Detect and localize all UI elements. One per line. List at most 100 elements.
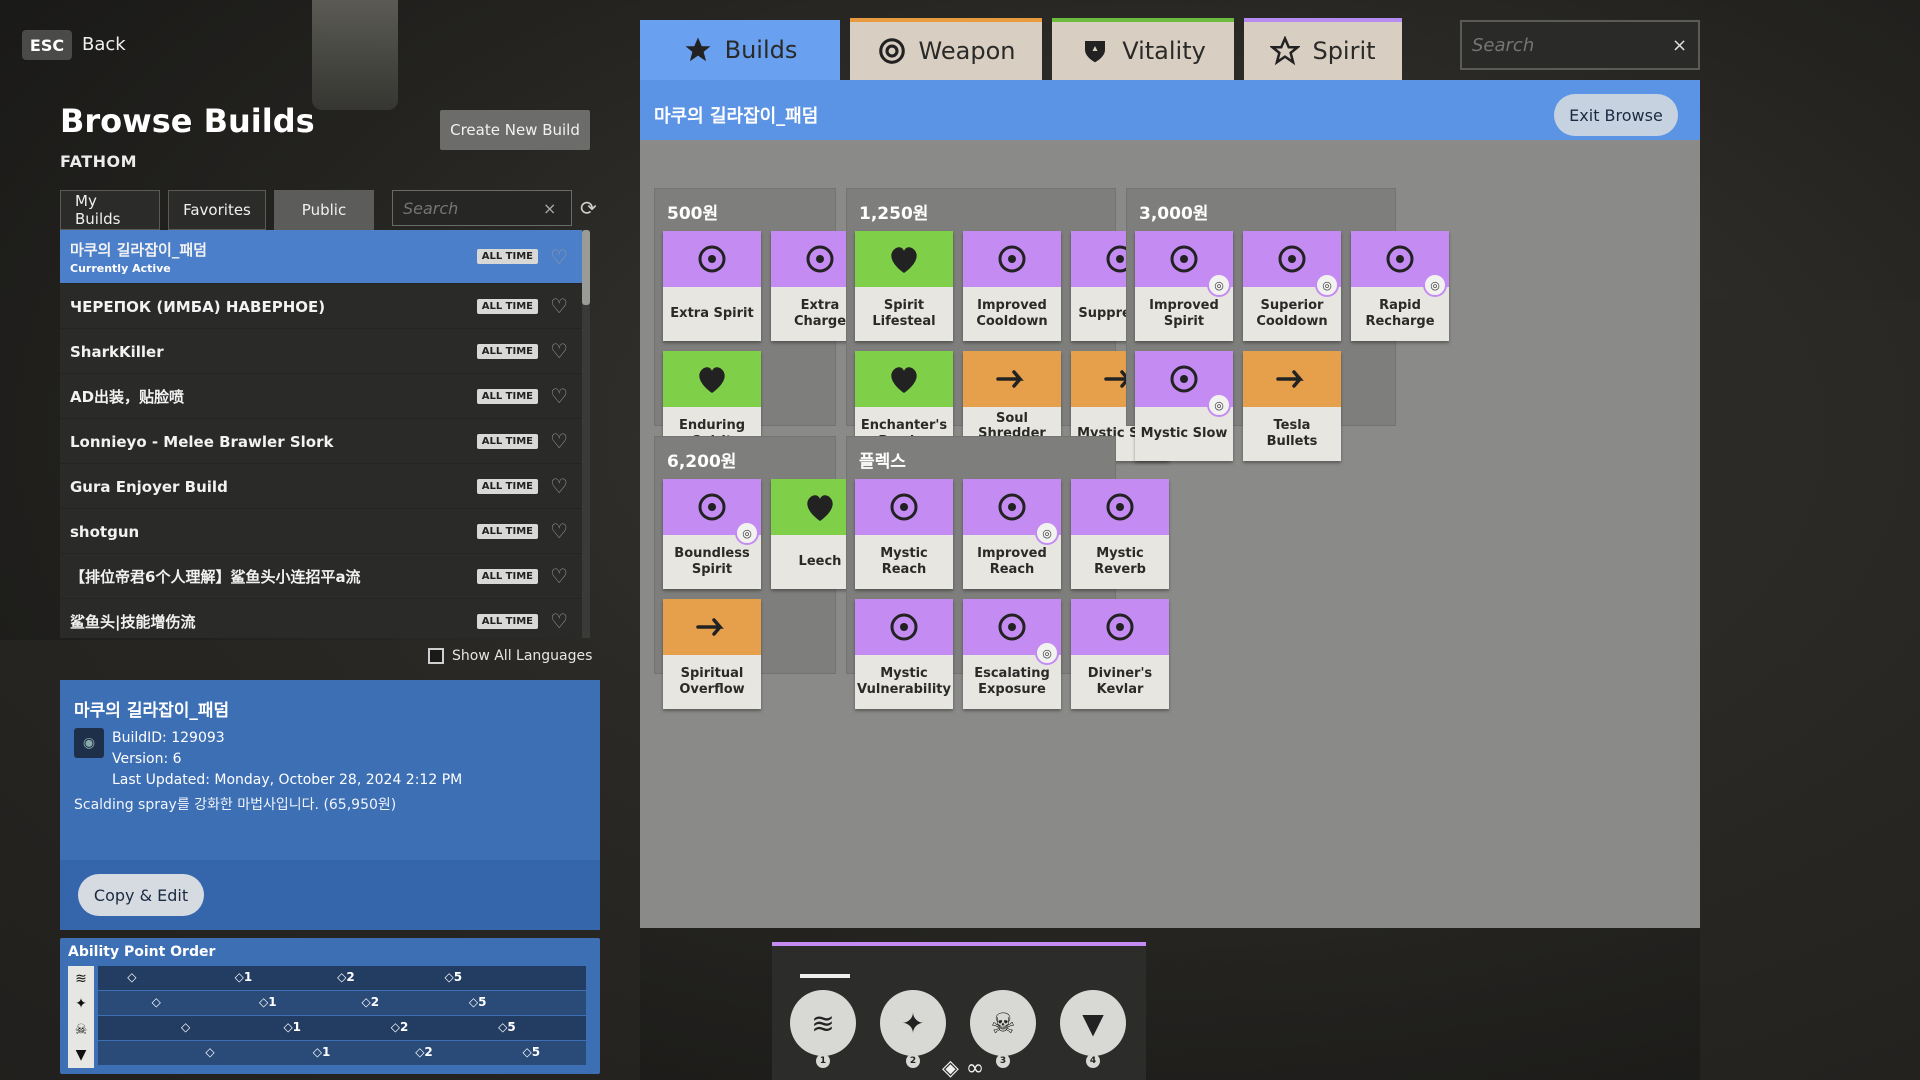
tab-weapon[interactable]: Weapon [850, 18, 1042, 80]
item-art [963, 231, 1061, 287]
skull-icon: ☠ [74, 1021, 88, 1038]
item-card[interactable]: ◎ Superior Cooldown [1243, 231, 1341, 341]
create-new-build-button[interactable]: Create New Build [440, 110, 590, 150]
item-card[interactable]: Improved Cooldown [963, 231, 1061, 341]
item-art: ◎ [963, 479, 1061, 545]
item-icon [698, 493, 726, 521]
esc-key[interactable]: ESC [22, 30, 72, 60]
all-time-badge: ALL TIME [476, 433, 538, 449]
item-card[interactable]: Extra Spirit [663, 231, 761, 341]
item-card[interactable]: ◎ Rapid Recharge [1351, 231, 1449, 341]
item-art [855, 479, 953, 535]
favorite-heart-icon[interactable]: ♡ [550, 474, 568, 498]
item-art: ◎ [1243, 231, 1341, 297]
item-card[interactable]: ◎ Improved Spirit [1135, 231, 1233, 341]
item-tier: 6,200원 ◎ Boundless Spirit Leech Spiritual Ov… [654, 436, 869, 709]
clear-shop-search-icon[interactable]: × [1672, 35, 1687, 56]
favorite-heart-icon[interactable]: ♡ [550, 564, 568, 588]
build-search-input[interactable] [403, 198, 543, 218]
refresh-icon[interactable]: ⟳ [580, 196, 597, 220]
tab-builds-label: Builds [724, 36, 798, 64]
shop-search-input[interactable] [1472, 34, 1672, 56]
shark-jaw-icon: ▼ [75, 1047, 87, 1064]
upgrade-badge-icon: ◎ [735, 521, 759, 545]
favorite-heart-icon[interactable]: ♡ [550, 245, 568, 269]
item-icon [1170, 245, 1198, 273]
ability-slot[interactable]: ≋ [790, 990, 856, 1056]
panel-title: 마쿠의 길라잡이_패덤 [654, 106, 819, 127]
upgrade-badge-icon: ◎ [1035, 521, 1059, 545]
item-card[interactable]: Tesla Bullets [1243, 351, 1341, 461]
item-card[interactable]: ◎ Boundless Spirit [663, 479, 761, 589]
ability-slot[interactable]: ▼ [1060, 990, 1126, 1056]
item-tier: 1,250원 Spirit Lifesteal Improved Cooldown S… [846, 188, 1169, 461]
tab-spirit[interactable]: Spirit [1244, 18, 1402, 80]
tier-price-label: 6,200원 [667, 452, 737, 472]
build-row[interactable]: 마쿠의 길라잡이_패덤 Currently Active ALL TIME ♡ [60, 230, 590, 284]
build-row[interactable]: Lonnieyo - Melee Brawler Slork ALL TIME ♡ [60, 419, 590, 464]
tab-favorites[interactable]: Favorites [168, 190, 266, 230]
ability-point-mark: ◇5 [468, 995, 487, 1009]
ability-slot[interactable]: ✦ [880, 990, 946, 1056]
tab-vitality[interactable]: Vitality [1052, 18, 1234, 80]
tier-price-label: 500원 [667, 204, 719, 224]
item-card[interactable]: ◎ Improved Reach [963, 479, 1061, 589]
favorite-heart-icon[interactable]: ♡ [550, 609, 568, 633]
item-card[interactable]: ◎ Escalating Exposure [963, 599, 1061, 709]
build-row-text: 鲨鱼头|技能增伤流 [70, 611, 195, 632]
tab-public[interactable]: Public [274, 190, 374, 230]
ability-slot[interactable]: ☠ [970, 990, 1036, 1056]
skull-icon: ☠ [990, 1006, 1016, 1040]
ability-bar: ◈ ∞ ≋ 1 ✦ 2 ☠ 3 ▼ 4 [772, 942, 1146, 1080]
show-all-languages-checkbox[interactable] [428, 648, 444, 664]
build-row[interactable]: SharkKiller ALL TIME ♡ [60, 329, 590, 374]
favorite-heart-icon[interactable]: ♡ [550, 294, 568, 318]
item-card[interactable]: Spirit Lifesteal [855, 231, 953, 341]
back-button[interactable]: Back [82, 34, 126, 55]
item-card[interactable]: Spiritual Overflow [663, 599, 761, 709]
favorite-heart-icon[interactable]: ♡ [550, 429, 568, 453]
scrollbar-thumb[interactable] [582, 230, 590, 305]
item-name: Tesla Bullets [1266, 418, 1318, 449]
clear-search-icon[interactable]: × [543, 199, 556, 218]
item-icon [806, 245, 834, 273]
all-time-badge: ALL TIME [476, 568, 538, 584]
item-card[interactable]: Diviner's Kevlar [1071, 599, 1169, 709]
show-all-languages-label: Show All Languages [452, 648, 593, 664]
favorite-heart-icon[interactable]: ♡ [550, 339, 568, 363]
favorite-heart-icon[interactable]: ♡ [550, 384, 568, 408]
all-time-badge: ALL TIME [476, 523, 538, 539]
build-row[interactable]: 【排位帝君6个人理解】鲨鱼头小连招平a流 ALL TIME ♡ [60, 554, 590, 599]
show-all-languages-toggle[interactable]: Show All Languages [428, 648, 592, 664]
build-row[interactable]: AD出装，贴脸喷 ALL TIME ♡ [60, 374, 590, 419]
item-art [855, 231, 953, 287]
build-row[interactable]: shotgun ALL TIME ♡ [60, 509, 590, 554]
build-name: 【排位帝君6个人理解】鲨鱼头小连招平a流 [70, 567, 361, 586]
item-card[interactable]: ◎ Mystic Slow [1135, 351, 1233, 461]
tab-builds[interactable]: Builds [640, 20, 840, 80]
build-row[interactable]: 鲨鱼头|技能增伤流 ALL TIME ♡ [60, 599, 590, 638]
build-row-text: SharkKiller [70, 342, 164, 361]
item-icon [1106, 493, 1134, 521]
copy-edit-button[interactable]: Copy & Edit [78, 874, 204, 916]
build-info-title: 마쿠의 길라잡이_패덤 [74, 701, 230, 721]
item-art [663, 231, 761, 287]
build-row[interactable]: Gura Enjoyer Build ALL TIME ♡ [60, 464, 590, 509]
item-card[interactable]: Mystic Reverb [1071, 479, 1169, 589]
item-tier: 500원Extra SpiritExtra ChargeEnduring Spi… [654, 188, 869, 461]
ability-point-mark: ◇1 [259, 995, 277, 1009]
exit-browse-button[interactable]: Exit Browse [1554, 94, 1678, 136]
build-row-text: Lonnieyo - Melee Brawler Slork [70, 432, 333, 451]
build-version: Version: 6 [112, 751, 182, 767]
weapon-icon [878, 38, 905, 64]
upgrade-badge-icon: ◎ [1423, 273, 1447, 297]
build-list-scrollbar[interactable] [582, 230, 590, 638]
item-card[interactable]: Mystic Reach [855, 479, 953, 589]
item-art [1071, 479, 1169, 535]
favorite-heart-icon[interactable]: ♡ [550, 519, 568, 543]
tab-my-builds[interactable]: My Builds [60, 190, 160, 230]
item-card[interactable]: Mystic Vulnerability [855, 599, 953, 709]
build-row[interactable]: ЧЕРЕПОК (ИМБА) НАВЕРНОЕ) ALL TIME ♡ [60, 284, 590, 329]
upgrade-badge-icon: ◎ [1207, 393, 1231, 417]
wave-icon: ≋ [811, 1006, 835, 1040]
